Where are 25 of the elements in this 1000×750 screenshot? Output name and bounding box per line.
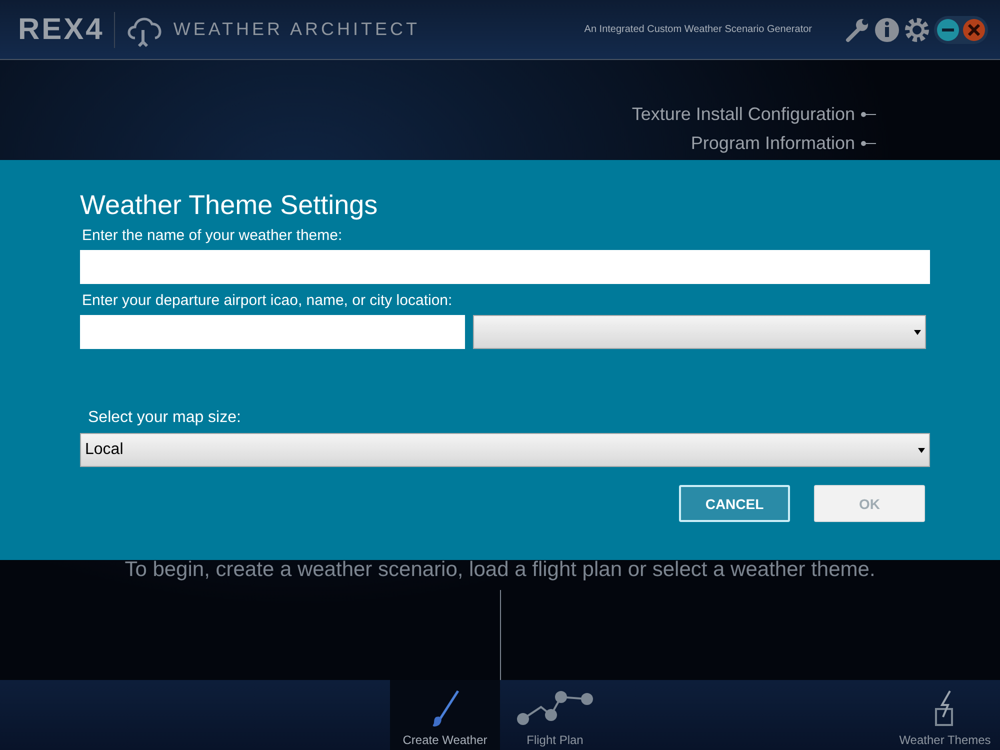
intro-text: To begin, create a weather scenario, load a flight plan or select a weather theme. — [124, 558, 876, 583]
field-label: Select your map size: — [88, 409, 242, 427]
menu-link[interactable]: Program Information — [690, 133, 855, 154]
product-name: WEATHER ARCHITECT — [173, 19, 420, 40]
caret-icon — [918, 448, 925, 452]
field-label: Enter your departure airport icao, name, or city location: — [82, 292, 454, 309]
menu-link[interactable]: Texture Install Configuration — [632, 104, 855, 125]
settings-icon[interactable] — [904, 16, 930, 42]
logo-text: REX4 — [18, 12, 104, 46]
field-label: Enter the name of your weather theme: — [82, 227, 344, 244]
input-field[interactable] — [80, 315, 465, 349]
dropdown[interactable]: Local — [80, 433, 930, 467]
nav-tab[interactable]: Flight Plan — [500, 680, 610, 750]
cancel-button[interactable]: CANCEL — [679, 485, 790, 522]
nav-tab[interactable]: Weather Themes — [890, 680, 1000, 750]
dialog-title: Weather Theme Settings — [80, 190, 379, 221]
caret-icon — [914, 330, 921, 334]
tagline: An Integrated Custom Weather Scenario Generator — [584, 24, 812, 35]
input-field[interactable] — [80, 250, 930, 284]
brush-icon — [430, 689, 460, 729]
close-icon[interactable] — [962, 18, 986, 42]
info-icon[interactable] — [874, 16, 900, 42]
wrench-icon[interactable] — [844, 16, 870, 42]
minimize-icon[interactable] — [936, 18, 960, 42]
nav-tab[interactable]: Create Weather — [390, 680, 500, 750]
